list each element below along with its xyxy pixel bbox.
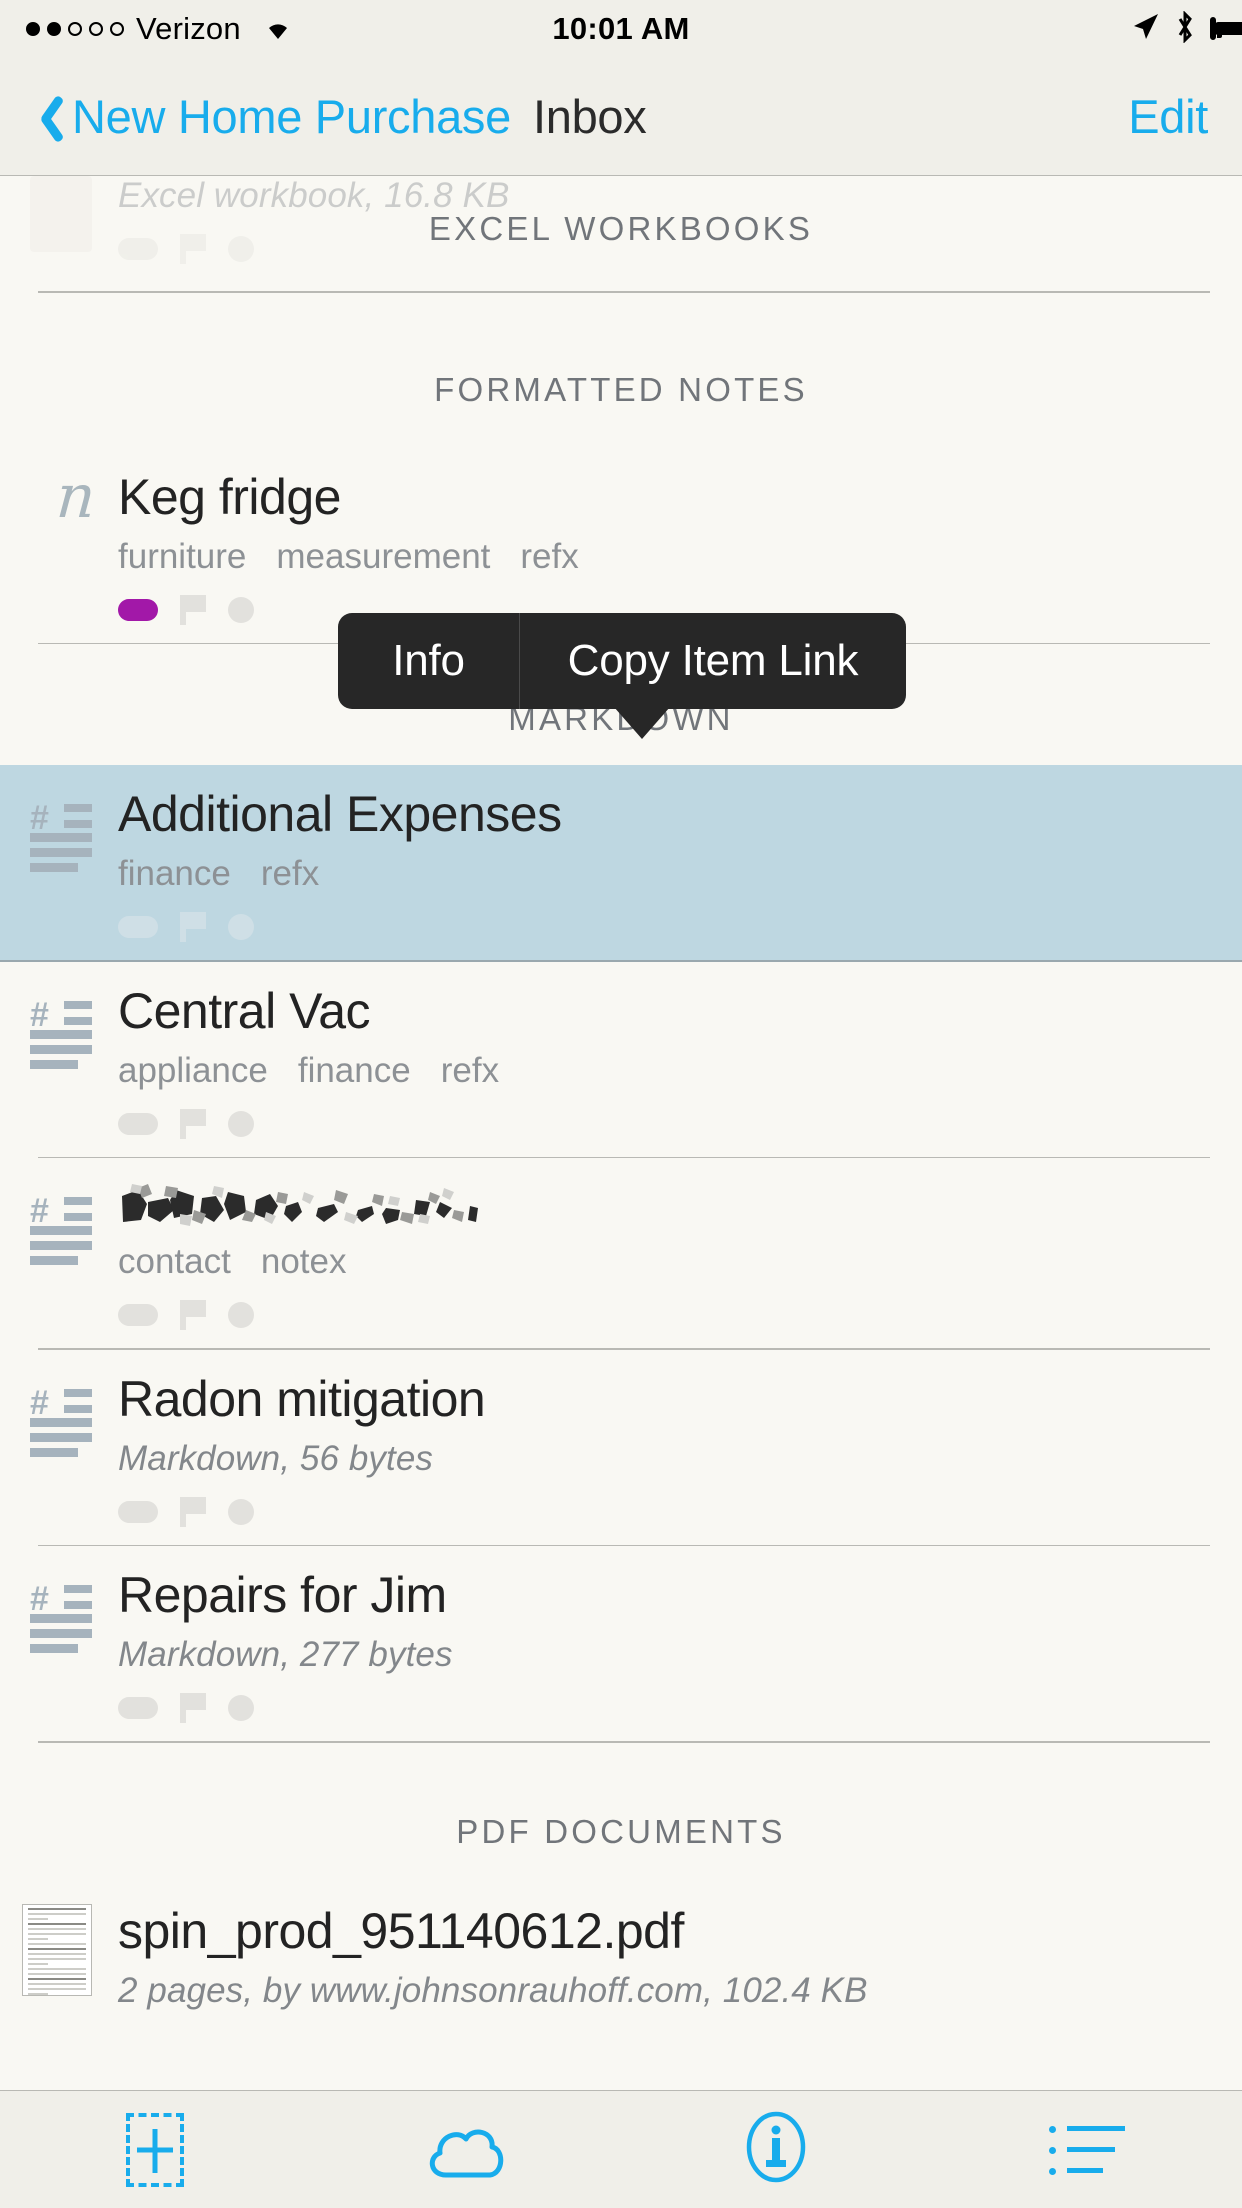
sync-button[interactable] [311,2111,622,2188]
list-item-title: Additional Expenses [118,786,562,842]
pdf-thumbnail-icon [22,1903,92,1996]
back-button[interactable]: New Home Purchase [26,89,511,144]
list-item-subtitle: Markdown, 277 bytes [118,1635,453,1674]
list-item-title: Repairs for Jim [118,1567,447,1623]
list-item-partial-excel[interactable]: Excel workbook, 16.8 KB [0,176,1242,274]
context-menu-item-info[interactable]: Info [338,613,520,709]
add-button[interactable] [0,2112,311,2187]
tag: finance [118,854,231,893]
list-item-subtitle: Excel workbook, 16.8 KB [118,176,510,215]
list-item-subtitle: Markdown, 56 bytes [118,1438,434,1478]
bluetooth-icon [1174,9,1196,48]
unread-dot-icon [228,596,254,623]
navigation-bar: New Home Purchase Inbox Edit [0,58,1242,176]
cursive-n-icon: n [54,461,99,532]
info-circle-icon [741,2111,811,2188]
tag-list: finance refx [118,854,1214,894]
markdown-icon: # [30,1384,92,1457]
tag: refx [260,854,320,893]
section-header-pdf-documents: PDF DOCUMENTS [456,1812,786,1850]
unread-dot-icon [228,914,254,940]
list-item-repairs-for-jim[interactable]: # Repairs for Jim Markdown, 277 bytes [0,1546,1242,1743]
flag-icon [180,234,206,264]
unread-dot-icon [228,1110,254,1137]
item-list[interactable]: Excel workbook, 16.8 KB EXCEL WORKBOOKS … [0,176,1242,2090]
unread-dot-icon [228,236,254,262]
flag-icon [180,1108,206,1139]
tag: contact [118,1242,231,1281]
flag-icon [180,1300,206,1330]
status-bar-center: 10:01 AM [0,11,1242,47]
clock-label: 10:01 AM [552,11,690,46]
item-marks [118,1496,1214,1527]
list-item-title: spin_prod_951140612.pdf [118,1902,684,1959]
tag-list: appliance finance refx [118,1051,1214,1091]
list-options-button[interactable] [932,2122,1242,2178]
tag-list: furniture measurement refx [118,537,1214,577]
excel-thumbnail-icon [30,176,92,252]
markdown-icon: # [30,1192,92,1265]
context-menu-item-copy-item-link[interactable]: Copy Item Link [520,613,906,709]
list-item-title: Radon mitigation [118,1370,486,1427]
list-item-central-vac[interactable]: # Central Vac appliance finance refx [0,962,1242,1158]
unread-dot-icon [228,1695,254,1721]
list-item-title: Central Vac [118,982,371,1039]
tag: measurement [276,536,491,576]
list-options-icon [1048,2122,1125,2178]
list-item-additional-expenses[interactable]: # Additional Expenses finance refx [0,765,1242,962]
list-item-pdf[interactable]: spin_prod_951140612.pdf 2 pages, by www.… [0,1882,1242,2029]
info-button[interactable] [621,2111,932,2188]
context-menu-arrow-icon [614,707,670,739]
item-marks [118,912,1214,942]
tag: furniture [118,536,247,576]
list-item-title-redacted [118,1180,1214,1230]
status-bar: Verizon 10:01 AM [0,0,1242,58]
label-pill-icon [118,1112,158,1135]
flag-icon [180,1496,206,1527]
tag-list: contact notex [118,1242,1214,1282]
cloud-icon [420,2111,512,2188]
item-marks [118,1108,1214,1139]
section-header-formatted-notes: FORMATTED NOTES [434,370,808,408]
tag: appliance [118,1050,268,1090]
unread-dot-icon [228,1302,254,1328]
flag-icon [180,912,206,942]
item-marks [118,234,1214,264]
label-pill-icon [118,916,158,938]
redaction-mask-icon [122,1184,478,1226]
battery-icon [1210,17,1242,40]
list-item-title: Keg fridge [118,468,341,525]
tag: refx [440,1050,500,1090]
label-pill-icon [118,1500,158,1523]
list-item-redacted[interactable]: # contact notex [0,1158,1242,1350]
label-pill-icon [118,598,158,621]
bottom-toolbar [0,2090,1242,2208]
tag: notex [260,1242,347,1281]
item-marks [118,1300,1214,1330]
chevron-left-icon [26,91,62,143]
label-pill-icon [118,1304,158,1326]
item-marks [118,1693,1214,1723]
unread-dot-icon [228,1498,254,1525]
markdown-icon: # [30,996,92,1069]
location-arrow-icon [1130,12,1160,47]
context-menu[interactable]: Info Copy Item Link [338,613,906,709]
tag: refx [520,536,579,576]
flag-icon [180,1693,206,1723]
add-item-icon [126,2112,185,2187]
back-button-label: New Home Purchase [72,90,511,143]
app-screen: Verizon 10:01 AM New Home Purchase Inbox [0,0,1242,2208]
markdown-icon: # [30,1580,92,1653]
markdown-icon: # [30,799,92,872]
label-pill-icon [118,1697,158,1719]
list-item-radon-mitigation[interactable]: # Radon mitigation Markdown, 56 bytes [0,1350,1242,1546]
edit-button[interactable]: Edit [1128,89,1208,144]
flag-icon [180,594,206,625]
status-bar-right [1130,9,1242,48]
label-pill-icon [118,238,158,260]
page-title: Inbox [532,90,647,143]
tag: finance [297,1050,411,1090]
list-item-subtitle: 2 pages, by www.johnsonrauhoff.com, 102.… [118,1970,868,2010]
